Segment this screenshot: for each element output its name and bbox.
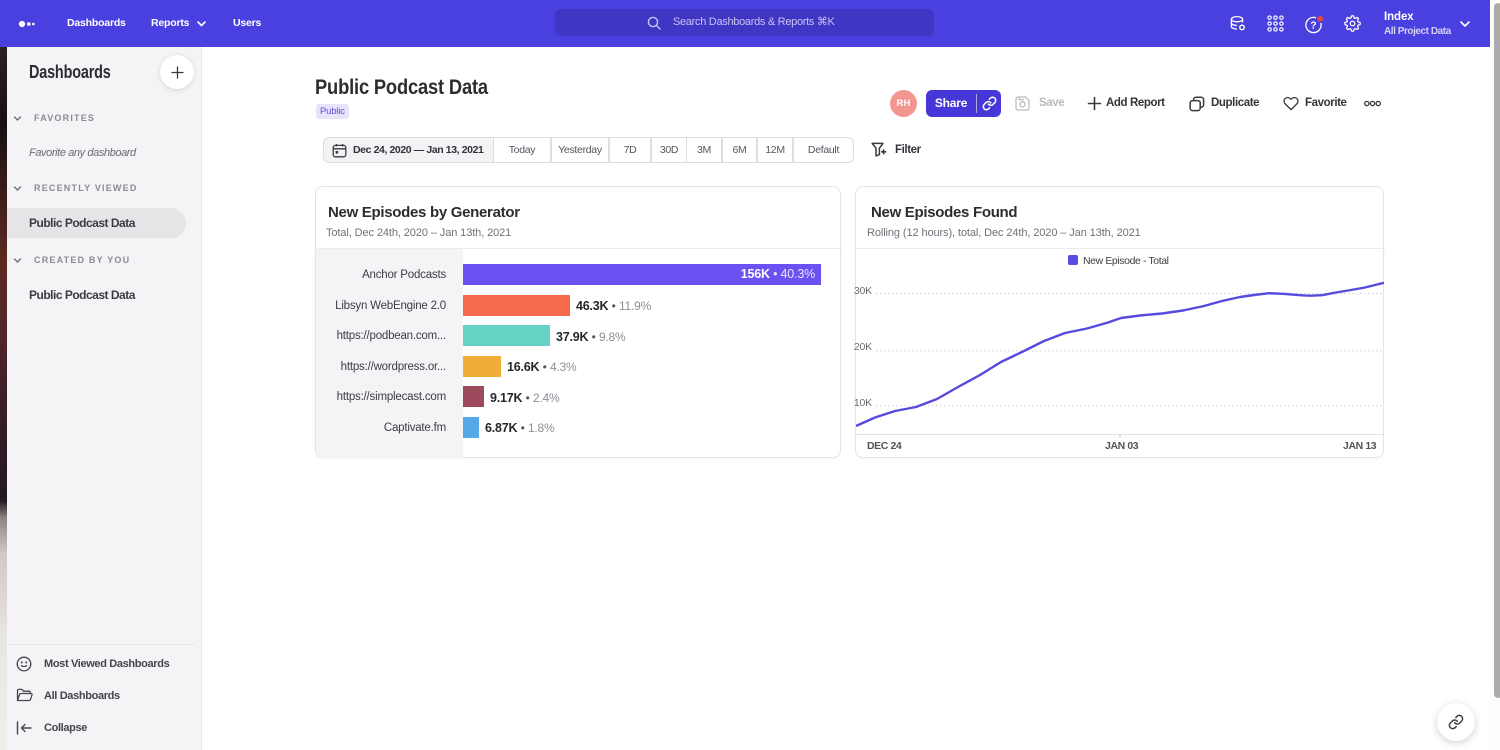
svg-text:?: ?	[1310, 20, 1316, 32]
